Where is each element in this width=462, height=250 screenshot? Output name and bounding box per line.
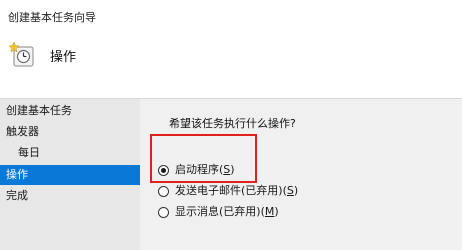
wizard-steps-sidebar: 创建基本任务 触发器 每日 操作 完成 <box>0 99 140 250</box>
sidebar-item-label: 创建基本任务 <box>6 104 72 117</box>
sidebar-item-label: 操作 <box>6 168 28 181</box>
window-title: 创建基本任务向导 <box>8 11 96 24</box>
highlight-annotation-box <box>150 134 257 183</box>
sidebar-item-label: 每日 <box>18 146 40 159</box>
option-label: 显示消息(已弃用)(M) <box>175 205 279 218</box>
title-bar: 创建基本任务向导 <box>0 0 462 30</box>
radio-button[interactable] <box>158 206 169 218</box>
sidebar-item-label: 触发器 <box>6 125 39 138</box>
radio-display-message[interactable]: 显示消息(已弃用)(M) <box>158 203 279 221</box>
sidebar-item-finish[interactable]: 完成 <box>0 186 140 206</box>
task-scheduler-icon <box>9 41 34 67</box>
radio-send-email[interactable]: 发送电子邮件(已弃用)(S) <box>158 182 298 200</box>
radio-button[interactable] <box>158 185 169 197</box>
sidebar-item-label: 完成 <box>6 189 28 202</box>
option-label: 发送电子邮件(已弃用)(S) <box>175 184 299 197</box>
sidebar-item-trigger[interactable]: 触发器 <box>0 122 140 142</box>
action-question: 希望该任务执行什么操作? <box>169 117 296 130</box>
sidebar-item-daily[interactable]: 每日 <box>0 143 140 163</box>
wizard-header: 操作 <box>0 30 462 98</box>
sidebar-item-action[interactable]: 操作 <box>0 165 140 185</box>
sidebar-item-create-basic-task[interactable]: 创建基本任务 <box>0 101 140 121</box>
page-heading: 操作 <box>50 50 77 65</box>
